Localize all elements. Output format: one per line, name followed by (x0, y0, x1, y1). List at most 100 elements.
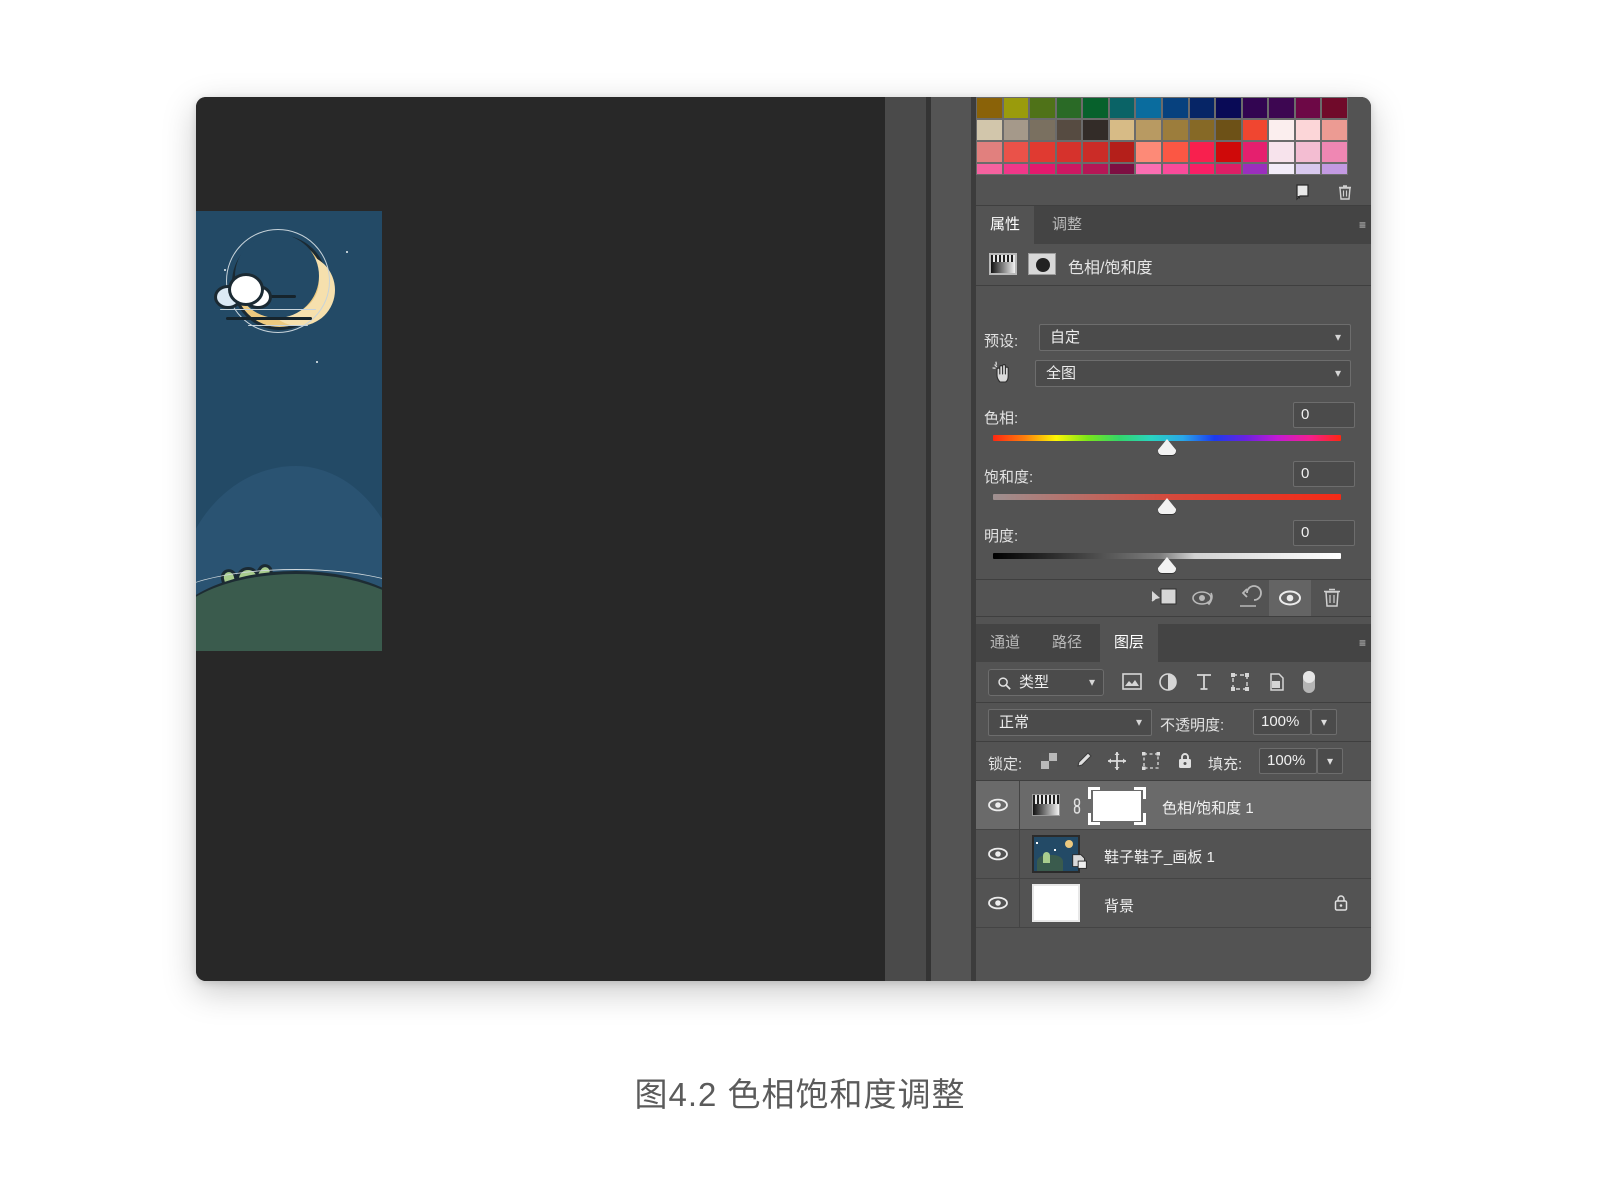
color-swatch[interactable] (1108, 97, 1136, 119)
delete-adjustment-icon[interactable] (1311, 580, 1353, 616)
layers-tabbar[interactable]: 通道 路径 图层 ≡ (976, 624, 1371, 662)
color-swatch[interactable] (1108, 119, 1136, 141)
color-swatch[interactable] (1135, 119, 1162, 141)
properties-panel-menu-icon[interactable]: ≡ (1359, 218, 1367, 232)
layer-visibility-toggle[interactable] (976, 781, 1020, 829)
color-swatch[interactable] (1161, 97, 1189, 119)
color-swatch[interactable] (1082, 163, 1109, 175)
color-swatch[interactable] (1321, 163, 1348, 175)
color-swatch[interactable] (1268, 141, 1295, 163)
color-swatch[interactable] (1215, 119, 1242, 141)
layers-panel-menu-icon[interactable]: ≡ (1359, 636, 1367, 650)
layer-row-hue-saturation[interactable]: 色相/饱和度 1 (976, 781, 1371, 830)
link-mask-icon[interactable] (1070, 796, 1084, 821)
pixel-layer-filter-icon[interactable] (1120, 671, 1144, 693)
color-swatch[interactable] (1294, 141, 1322, 163)
color-swatch[interactable] (1215, 97, 1242, 119)
lock-position-icon[interactable] (1106, 750, 1130, 772)
opacity-stepper[interactable]: ▾ (1311, 709, 1337, 735)
color-swatch[interactable] (976, 163, 1003, 175)
canvas-scroll-strip[interactable] (885, 97, 926, 981)
blend-mode-dropdown[interactable]: 正常 ▾ (988, 709, 1152, 736)
fill-value-input[interactable]: 100% (1259, 748, 1317, 774)
adjustment-layer-filter-icon[interactable] (1156, 671, 1180, 693)
tab-properties[interactable]: 属性 (976, 206, 1035, 244)
color-swatch[interactable] (1241, 97, 1269, 119)
color-swatch[interactable] (1002, 141, 1030, 163)
color-swatch[interactable] (1215, 141, 1242, 163)
document-canvas-area[interactable] (196, 97, 885, 981)
color-swatch[interactable] (1002, 97, 1030, 119)
layer-row-background[interactable]: 背景 (976, 879, 1371, 928)
color-swatch[interactable] (1055, 97, 1083, 119)
color-swatch[interactable] (1188, 119, 1216, 141)
delete-swatch-icon[interactable] (1335, 182, 1355, 202)
hue-slider-thumb[interactable] (1158, 439, 1176, 455)
color-swatch[interactable] (1161, 141, 1189, 163)
visibility-eye-icon[interactable] (1269, 580, 1311, 616)
color-swatch[interactable] (1082, 119, 1109, 141)
color-swatch[interactable] (1108, 141, 1136, 163)
color-swatch[interactable] (1055, 163, 1083, 175)
color-swatch[interactable] (1268, 119, 1295, 141)
color-swatch[interactable] (1055, 119, 1083, 141)
new-swatch-icon[interactable] (1293, 182, 1313, 202)
saturation-slider-thumb[interactable] (1158, 498, 1176, 514)
color-swatch[interactable] (1161, 163, 1189, 175)
color-swatch[interactable] (1241, 119, 1269, 141)
color-swatch[interactable] (1029, 141, 1056, 163)
color-swatch[interactable] (1188, 163, 1216, 175)
smart-object-filter-icon[interactable] (1264, 671, 1288, 693)
color-swatch[interactable] (1294, 163, 1322, 175)
tab-layers[interactable]: 图层 (1100, 624, 1159, 662)
opacity-value-input[interactable]: 100% (1253, 709, 1311, 735)
clip-to-layer-icon[interactable] (1143, 580, 1185, 616)
color-swatch[interactable] (1135, 97, 1162, 119)
color-swatch[interactable] (1321, 97, 1348, 119)
tab-paths[interactable]: 路径 (1038, 624, 1096, 662)
color-swatch[interactable] (1268, 163, 1295, 175)
preset-dropdown[interactable]: 自定 ▾ (1039, 324, 1351, 351)
panel-gutter[interactable] (931, 97, 971, 981)
color-swatch[interactable] (1188, 141, 1216, 163)
color-swatch[interactable] (1161, 119, 1189, 141)
lightness-slider-thumb[interactable] (1158, 557, 1176, 573)
color-swatch[interactable] (1055, 141, 1083, 163)
layer-visibility-toggle[interactable] (976, 879, 1020, 927)
fill-stepper[interactable]: ▾ (1317, 748, 1343, 774)
layer-mask-thumbnail[interactable] (1088, 787, 1146, 825)
color-swatch[interactable] (1108, 163, 1136, 175)
layer-filter-type-dropdown[interactable]: 类型 ▾ (988, 669, 1104, 696)
shape-layer-filter-icon[interactable] (1228, 671, 1252, 693)
color-swatch[interactable] (1268, 97, 1295, 119)
color-swatch[interactable] (1135, 163, 1162, 175)
lock-transparent-pixels-icon[interactable] (1038, 750, 1062, 772)
color-swatch[interactable] (1241, 163, 1269, 175)
layer-visibility-toggle[interactable] (976, 830, 1020, 878)
color-swatch[interactable] (1029, 163, 1056, 175)
color-swatch[interactable] (1321, 141, 1348, 163)
color-swatch[interactable] (1241, 141, 1269, 163)
lock-all-icon[interactable] (1174, 750, 1198, 772)
targeted-adjustment-hand-icon[interactable] (991, 360, 1017, 384)
type-layer-filter-icon[interactable] (1192, 671, 1216, 693)
tab-adjustments[interactable]: 调整 (1038, 206, 1096, 244)
lock-artboard-nesting-icon[interactable] (1140, 750, 1164, 772)
color-swatch[interactable] (1188, 97, 1216, 119)
hue-value-input[interactable]: 0 (1293, 402, 1355, 428)
tab-channels[interactable]: 通道 (976, 624, 1034, 662)
color-swatch[interactable] (1294, 119, 1322, 141)
color-swatch[interactable] (1082, 97, 1109, 119)
saturation-value-input[interactable]: 0 (1293, 461, 1355, 487)
color-swatch[interactable] (1002, 163, 1030, 175)
adjustment-layer-thumbnail[interactable] (1032, 794, 1060, 816)
layer-mask-thumbnail-icon[interactable] (1028, 253, 1056, 275)
color-swatch[interactable] (976, 97, 1003, 119)
reset-icon[interactable] (1227, 580, 1269, 616)
layer-thumbnail-background[interactable] (1032, 884, 1080, 922)
color-swatch[interactable] (976, 119, 1003, 141)
color-swatch[interactable] (1321, 119, 1348, 141)
filter-toggle-switch[interactable] (1300, 667, 1318, 697)
layer-row-artboard[interactable]: 鞋子鞋子_画板 1 (976, 830, 1371, 879)
range-dropdown[interactable]: 全图 ▾ (1035, 360, 1351, 387)
